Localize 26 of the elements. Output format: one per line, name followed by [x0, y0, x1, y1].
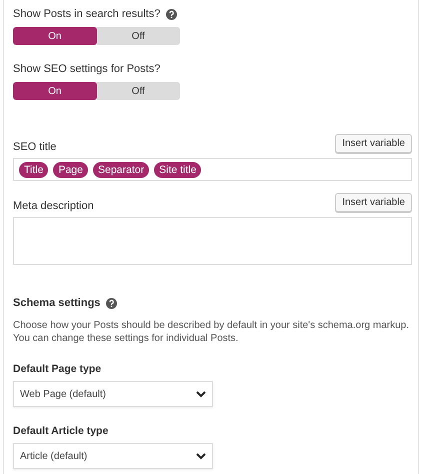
variable-tag: Title — [19, 162, 48, 178]
type-select[interactable]: Web Page (default) — [13, 381, 213, 407]
variable-tag: Site title — [154, 162, 202, 178]
toggle-label: Show Posts in search results? — [13, 8, 160, 20]
insert-variable-button[interactable]: Insert variable — [335, 134, 412, 153]
chevron-down-icon — [196, 390, 206, 398]
field-label: Meta description — [13, 200, 94, 212]
field-label: SEO title — [13, 141, 56, 153]
toggle-option[interactable]: Off — [96, 82, 180, 100]
select-label: Default Page type — [13, 363, 102, 375]
variable-tag: Page — [53, 162, 88, 178]
variable-tag: Separator — [92, 162, 150, 178]
section-title: Schema settings — [13, 297, 100, 309]
toggle-label: Show SEO settings for Posts? — [13, 63, 160, 75]
toggle-option[interactable]: On — [13, 82, 96, 100]
toggle-option[interactable]: On — [13, 27, 96, 45]
chevron-down-icon — [196, 452, 206, 460]
help-icon[interactable] — [166, 8, 178, 20]
select-label: Default Article type — [13, 425, 110, 437]
type-select[interactable]: Article (default) — [13, 443, 213, 469]
meta-description-field[interactable] — [13, 217, 412, 265]
seo-title-field[interactable]: Title Page Separator Site title — [13, 158, 412, 181]
section-description: Choose how your Posts should be described by default in your site's schema.org markup. You can change these settings for individual Posts. — [13, 319, 410, 345]
insert-variable-button[interactable]: Insert variable — [335, 193, 412, 212]
toggle-option[interactable]: Off — [96, 27, 180, 45]
help-icon[interactable] — [106, 298, 118, 308]
